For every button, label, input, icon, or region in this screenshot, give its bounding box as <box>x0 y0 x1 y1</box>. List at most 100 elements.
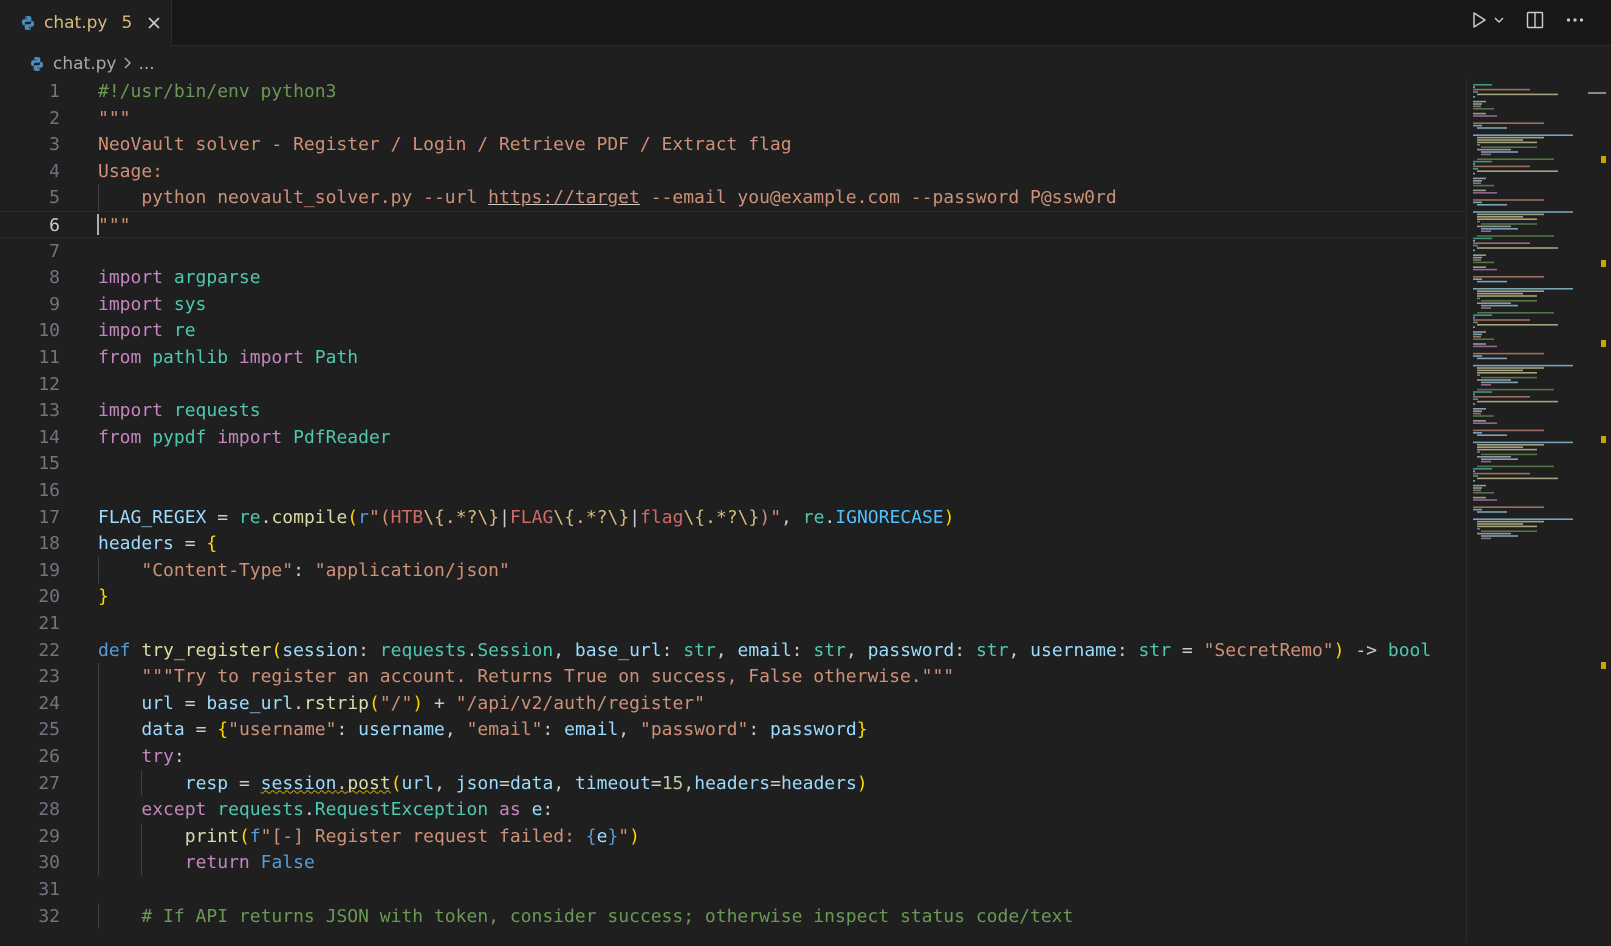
code-editor[interactable]: 1 #!/usr/bin/env python3 2 """ 3 NeoVault sol… <box>0 78 1465 942</box>
editor-actions <box>1469 10 1585 30</box>
code-line[interactable]: 24 url = base_url.rstrip("/") + "/api/v2… <box>0 690 1465 717</box>
minimap-line <box>1477 204 1507 206</box>
code-line[interactable]: 23 """Try to register an account. Return… <box>0 663 1465 690</box>
minimap-line <box>1477 290 1544 292</box>
minimap-line <box>1477 127 1507 129</box>
minimap-preview <box>1473 84 1573 540</box>
code-line[interactable]: 26 try: <box>0 743 1465 770</box>
minimap-line <box>1473 508 1482 511</box>
minimap-line <box>1481 151 1518 153</box>
close-icon[interactable] <box>146 15 162 31</box>
code-line[interactable]: 16 <box>0 477 1465 504</box>
code-line[interactable]: 28 except requests.RequestException as e… <box>0 796 1465 823</box>
minimap[interactable] <box>1466 78 1585 942</box>
code-line[interactable]: 17 FLAG_REGEX = re.compile(r"(HTB\{.*?\}|… <box>0 504 1465 531</box>
line-number: 18 <box>38 533 60 555</box>
split-editor-icon[interactable] <box>1525 10 1545 30</box>
code-line[interactable]: 2 """ <box>0 105 1465 132</box>
minimap-line <box>1473 184 1494 187</box>
code-text: data = {"username": username, "email": e… <box>141 719 868 741</box>
scrollbar-slider[interactable] <box>1588 92 1606 94</box>
code-text: #!/usr/bin/env python3 <box>98 81 337 102</box>
minimap-line <box>1477 456 1511 458</box>
code-text: from pypdf import PdfReader <box>98 426 391 448</box>
line-number: 21 <box>38 613 60 634</box>
code-line[interactable]: 29 print(f"[-] Register request failed: … <box>0 823 1465 850</box>
minimap-line <box>1473 168 1478 170</box>
code-line[interactable]: 22 def try_register(session: requests.Ses… <box>0 637 1465 664</box>
minimap-line <box>1477 357 1507 360</box>
more-icon[interactable] <box>1565 10 1585 30</box>
minimap-line <box>1473 506 1544 508</box>
minimap-line <box>1473 88 1530 91</box>
chevron-down-icon[interactable] <box>1493 14 1505 26</box>
tab-chat-py[interactable]: chat.py 5 <box>0 0 172 46</box>
code-line[interactable]: 32 # If API returns JSON with token, con… <box>0 903 1465 930</box>
code-text: import argparse <box>98 267 261 289</box>
code-text: url = base_url.rstrip("/") + "/api/v2/au… <box>141 692 705 714</box>
minimap-line <box>1473 518 1573 520</box>
code-line[interactable]: 13 import requests <box>0 397 1465 424</box>
minimap-line <box>1473 211 1573 213</box>
minimap-line <box>1473 266 1486 268</box>
indent-guide <box>98 716 99 743</box>
minimap-line <box>1473 115 1497 117</box>
code-line[interactable]: 4 Usage: <box>0 158 1465 185</box>
minimap-line <box>1473 484 1486 487</box>
run-button[interactable] <box>1469 10 1505 30</box>
minimap-line <box>1473 352 1544 355</box>
line-number: 9 <box>49 293 60 315</box>
line-number: 1 <box>49 81 60 102</box>
code-line[interactable]: 19 "Content-Type": "application/json" <box>0 557 1465 584</box>
vertical-scrollbar[interactable] <box>1585 78 1611 942</box>
breadcrumb-file[interactable]: chat.py <box>53 54 116 74</box>
code-line[interactable]: 11 from pathlib import Path <box>0 344 1465 371</box>
code-line[interactable]: 20} <box>0 583 1465 610</box>
minimap-line <box>1477 247 1558 249</box>
code-line[interactable]: 30 return False <box>0 849 1465 876</box>
code-line[interactable]: 9 import sys <box>0 291 1465 318</box>
code-line[interactable]: 3 NeoVault solver - Register / Login / Re… <box>0 131 1465 158</box>
code-line[interactable]: 7 <box>0 238 1465 265</box>
code-line[interactable]: 14 from pypdf import PdfReader <box>0 424 1465 451</box>
code-line[interactable]: 27 resp = session.post(url, json=data, t… <box>0 770 1465 797</box>
code-text: import requests <box>98 400 261 422</box>
code-line[interactable]: 10 import re <box>0 317 1465 344</box>
minimap-line <box>1477 523 1523 525</box>
minimap-line <box>1473 86 1475 88</box>
minimap-line <box>1473 96 1475 98</box>
minimap-line <box>1473 240 1475 242</box>
minimap-line <box>1477 374 1480 376</box>
minimap-line <box>1477 216 1523 218</box>
code-line[interactable]: 5 python neovault_solver.py --url https:… <box>0 184 1465 211</box>
code-line[interactable]: 1 #!/usr/bin/env python3 <box>0 78 1465 105</box>
code-text: return False <box>184 852 315 874</box>
code-line[interactable]: 21 <box>0 610 1465 637</box>
minimap-line <box>1473 338 1494 340</box>
code-text: print(f"[-] Register request failed: {e}… <box>184 825 640 847</box>
minimap-line <box>1477 448 1537 451</box>
minimap-line <box>1477 367 1544 369</box>
line-number: 31 <box>38 879 60 900</box>
line-number: 15 <box>38 453 60 475</box>
code-line[interactable]: 18 headers = { <box>0 530 1465 557</box>
minimap-line <box>1473 470 1475 472</box>
minimap-line <box>1477 324 1558 326</box>
minimap-line <box>1477 372 1537 374</box>
minimap-line <box>1473 496 1486 499</box>
code-line[interactable]: 31 <box>0 876 1465 903</box>
code-line[interactable]: 8 import argparse <box>0 264 1465 291</box>
minimap-line <box>1477 295 1537 297</box>
code-line[interactable]: 25 data = {"username": username, "email"… <box>0 716 1465 743</box>
minimap-line <box>1473 487 1482 489</box>
minimap-line <box>1473 412 1481 415</box>
code-line[interactable]: 15 <box>0 450 1465 477</box>
minimap-line <box>1473 355 1482 357</box>
minimap-line <box>1473 441 1573 444</box>
minimap-line <box>1473 331 1486 333</box>
minimap-line <box>1473 343 1486 345</box>
minimap-line <box>1477 379 1511 381</box>
breadcrumb-more[interactable]: ... <box>138 54 154 74</box>
code-line[interactable]: 12 <box>0 371 1465 398</box>
code-line[interactable]: 6 """ <box>0 211 1465 238</box>
